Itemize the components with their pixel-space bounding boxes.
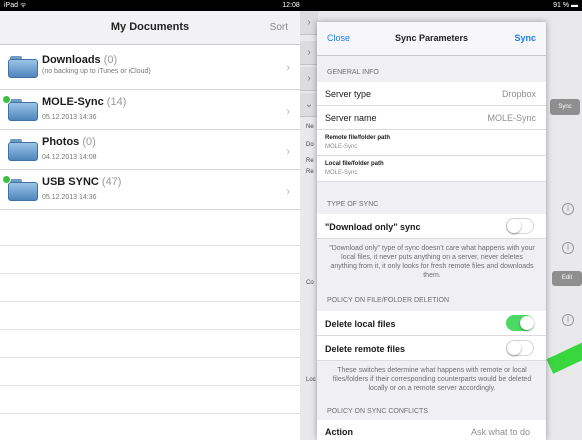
folder-name: USB SYNC (47) — [42, 176, 122, 188]
delete-remote-row: Delete remote files — [317, 336, 546, 361]
remote-path-row: Remote file/folder path MOLE-Sync — [317, 130, 546, 156]
download-only-description: "Download only" type of sync doesn't car… — [329, 245, 535, 279]
download-only-toggle[interactable] — [506, 218, 534, 234]
fragment-text: Loc — [306, 377, 316, 383]
list-item-mole-sync[interactable]: MOLE-Sync (14) 05.12.2013 14:36 › — [0, 90, 300, 130]
delete-local-label: Delete local files — [325, 319, 396, 329]
folder-date: 04.12.2013 14:08 — [42, 154, 97, 161]
page-title: My Documents — [110, 21, 190, 33]
chevron-down-icon[interactable]: ⌄ — [300, 93, 318, 117]
chevron-right-icon[interactable]: › — [300, 11, 318, 35]
status-bar: iPad ᯤ 12:08 91 % ▬ — [0, 0, 582, 11]
sync-parameters-modal: Close Sync Parameters Sync GENERAL INFO … — [317, 22, 546, 440]
remote-path-value: MOLE-Sync — [325, 144, 358, 150]
delete-local-toggle[interactable] — [506, 315, 534, 331]
server-type-label: Server type — [325, 89, 372, 99]
folder-name: MOLE-Sync (14) — [42, 96, 127, 108]
folder-icon — [8, 56, 38, 78]
action-label: Action — [325, 427, 353, 437]
deletion-description: These switches determine what happens wi… — [332, 367, 532, 392]
action-value: Ask what to do — [470, 427, 530, 437]
chevron-right-icon: › — [286, 62, 290, 74]
section-conflicts-policy: POLICY ON SYNC CONFLICTS — [327, 408, 429, 415]
battery-indicator: 91 % ▬ — [553, 2, 578, 9]
local-path-row: Local file/folder path MOLE-Sync — [317, 156, 546, 182]
modal-navbar: Close Sync Parameters Sync — [317, 22, 546, 56]
folder-subtitle: (no backing up to iTunes or iCloud) — [42, 68, 151, 75]
edit-button[interactable]: Edit — [552, 271, 582, 286]
folder-date: 05.12.2013 14:36 — [42, 114, 97, 121]
fragment-text: Do — [306, 142, 314, 148]
delete-remote-toggle[interactable] — [506, 340, 534, 356]
delete-remote-label: Delete remote files — [325, 344, 406, 354]
server-type-row: Server type Dropbox — [317, 82, 546, 106]
section-deletion-policy: POLICY ON FILE/FOLDER DELETION — [327, 297, 450, 304]
download-only-label: "Download only" sync — [325, 222, 421, 232]
documents-header: My Documents Sort — [0, 11, 300, 45]
folder-icon — [8, 99, 38, 121]
fragment-text: Ne — [306, 124, 314, 130]
documents-panel: My Documents Sort Downloads (0) (no back… — [0, 11, 300, 440]
sync-badge-icon — [2, 175, 11, 184]
chevron-right-icon[interactable]: › — [300, 67, 318, 91]
chevron-right-icon[interactable]: › — [300, 41, 318, 65]
server-name-label: Server name — [325, 113, 377, 123]
folder-icon — [8, 179, 38, 201]
section-general-info: GENERAL INFO — [327, 69, 379, 76]
background-sync-button[interactable]: Sync — [550, 99, 580, 115]
info-icon[interactable]: i — [562, 203, 574, 215]
folder-icon — [8, 139, 38, 161]
server-name-row: Server name MOLE-Sync — [317, 106, 546, 130]
chevron-right-icon: › — [286, 186, 290, 198]
sync-button[interactable]: Sync — [514, 33, 536, 43]
fragment-text: Re — [306, 158, 314, 164]
clock: 12:08 — [282, 2, 300, 9]
fragment-text: Re — [306, 169, 314, 175]
sort-button[interactable]: Sort — [270, 22, 288, 33]
list-item-downloads[interactable]: Downloads (0) (no backing up to iTunes o… — [0, 46, 300, 90]
action-row[interactable]: Action Ask what to do — [317, 420, 546, 440]
info-icon[interactable]: i — [562, 314, 574, 326]
local-path-label: Local file/folder path — [325, 161, 384, 167]
fragment-text: Co — [306, 280, 314, 286]
list-item-photos[interactable]: Photos (0) 04.12.2013 14:08 › — [0, 130, 300, 170]
server-name-value: MOLE-Sync — [487, 113, 536, 123]
folder-name: Photos (0) — [42, 136, 96, 148]
list-item-usb-sync[interactable]: USB SYNC (47) 05.12.2013 14:36 › — [0, 170, 300, 210]
download-only-row: "Download only" sync — [317, 214, 546, 239]
folder-name: Downloads (0) — [42, 54, 118, 66]
chevron-right-icon: › — [286, 146, 290, 158]
remote-path-label: Remote file/folder path — [325, 135, 391, 141]
delete-local-row: Delete local files — [317, 311, 546, 336]
sync-badge-icon — [2, 95, 11, 104]
info-icon[interactable]: i — [562, 242, 574, 254]
chevron-right-icon: › — [286, 106, 290, 118]
server-type-value: Dropbox — [501, 89, 536, 99]
modal-title: Sync Parameters — [394, 33, 469, 43]
folder-date: 05.12.2013 14:36 — [42, 194, 97, 201]
local-path-value: MOLE-Sync — [325, 170, 358, 176]
section-type-of-sync: TYPE OF SYNC — [327, 201, 379, 208]
